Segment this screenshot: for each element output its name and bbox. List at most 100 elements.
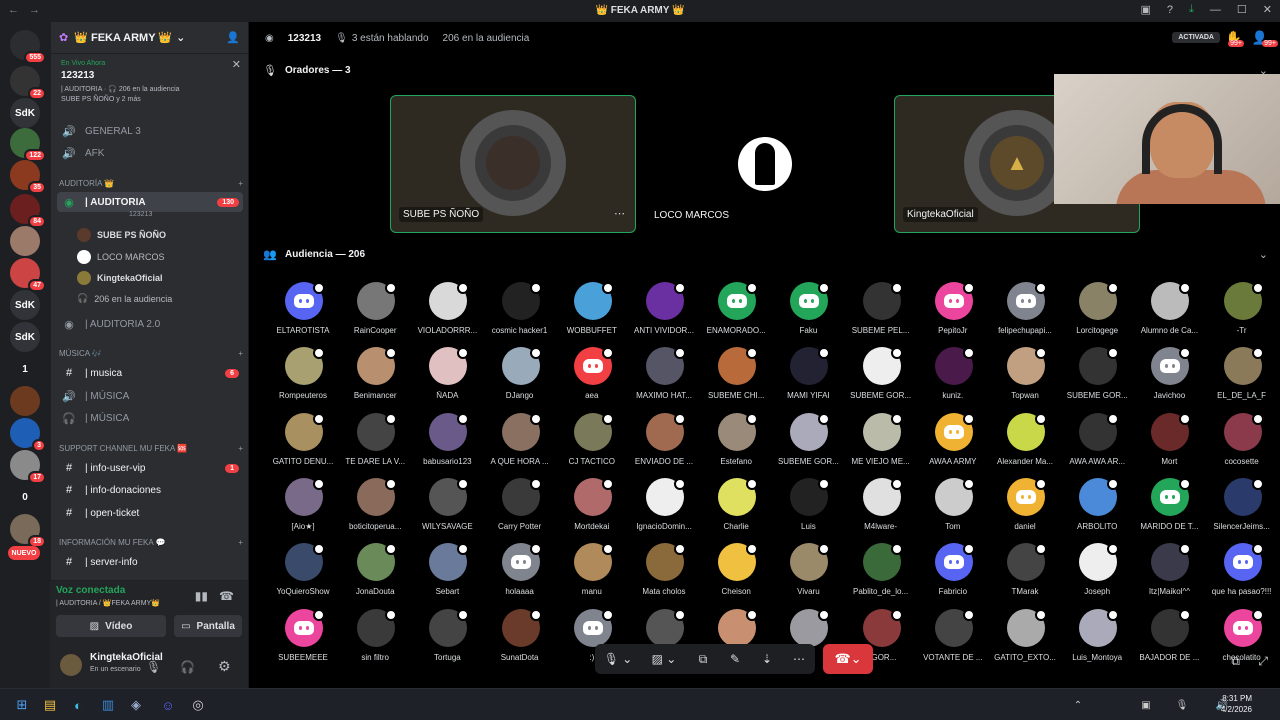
audience-member[interactable]: Faku — [772, 282, 844, 346]
channel-server-info[interactable]: # | server-info — [57, 552, 243, 572]
webcam-overlay[interactable] — [1054, 74, 1280, 204]
server-icon[interactable] — [10, 226, 40, 256]
audience-member[interactable]: AWAA ARMY — [917, 412, 989, 477]
add-channel-icon[interactable]: + — [238, 349, 243, 358]
audience-member[interactable]: GATITO_EXTO... — [989, 608, 1061, 673]
close-icon[interactable]: ✕ — [232, 58, 241, 71]
category-auditoria[interactable]: AUDITORÍA 👑 + — [59, 179, 243, 188]
file-explorer-icon[interactable]: ▤ — [40, 695, 60, 715]
audience-member[interactable]: aea — [556, 347, 628, 411]
audience-member[interactable]: AWA AWA AR... — [1061, 412, 1133, 477]
screen-share-button[interactable]: ⧉ — [687, 644, 719, 674]
audience-member[interactable]: SUBEME GOR... — [845, 347, 917, 411]
server-icon[interactable]: 122 — [10, 128, 46, 162]
discord-icon[interactable]: ☺ — [158, 695, 178, 715]
audience-member[interactable]: SunatDota — [484, 608, 556, 673]
add-channel-icon[interactable]: + — [238, 179, 243, 188]
audience-member[interactable]: Joseph — [1061, 543, 1133, 607]
server-icon[interactable]: 35 — [10, 160, 46, 194]
audience-member[interactable]: MAMI YIFAI — [772, 347, 844, 411]
audience-member[interactable]: SUBEME GOR... — [1061, 347, 1133, 411]
audience-member[interactable]: Javichoo — [1133, 347, 1205, 411]
channel-general[interactable]: 🔊 GENERAL 3 — [57, 121, 243, 141]
minimize-icon[interactable]: — — [1210, 4, 1221, 16]
channel-afk[interactable]: 🔊 AFK — [57, 143, 243, 163]
avatar[interactable] — [60, 654, 82, 676]
audience-member[interactable]: IgnacioDomin... — [628, 477, 700, 542]
audience-member[interactable]: Lorcitogege — [1061, 282, 1133, 346]
settings-icon[interactable]: ⚙ — [218, 658, 231, 675]
audience-member[interactable]: Itz|Maikol^^ — [1133, 543, 1205, 607]
audience-member[interactable]: boticitoperua... — [339, 477, 411, 542]
server-icon[interactable]: 1 — [10, 354, 40, 384]
server-icon[interactable]: 555 — [10, 30, 46, 64]
audience-member[interactable]: Estefano — [700, 412, 772, 477]
audience-member[interactable]: GATITO DENU... — [267, 412, 339, 477]
steam-icon[interactable]: ◈ — [126, 695, 146, 715]
tray-expand-icon[interactable]: ⌃ — [1068, 695, 1088, 715]
network-icon[interactable]: ▣ — [1136, 695, 1156, 715]
audience-member[interactable]: Tom — [917, 477, 989, 542]
audience-member[interactable]: SUBEEMEEE — [267, 608, 339, 673]
activity-button[interactable]: ✎ — [719, 644, 751, 674]
inbox-icon[interactable]: ▣ — [1141, 3, 1151, 16]
add-member-icon[interactable]: 👤 — [226, 31, 240, 44]
audience-member[interactable]: ARBOLITO — [1061, 477, 1133, 542]
audience-member[interactable]: RainCooper — [339, 282, 411, 346]
audience-member[interactable]: kuniz. — [917, 347, 989, 411]
channel-info-user-vip[interactable]: # | info-user-vip 1 — [57, 458, 243, 478]
clock[interactable]: 8:31 PM 4/2/2026 — [1221, 693, 1252, 715]
audience-member[interactable]: ENVIADO DE ... — [628, 412, 700, 477]
audience-member[interactable]: Mort — [1133, 412, 1205, 477]
server-icon[interactable] — [10, 386, 40, 416]
audience-member[interactable]: Luis_Montoya — [1061, 608, 1133, 673]
speaker-row[interactable]: KingtekaOficial — [77, 271, 163, 285]
audience-member[interactable]: SilencerJeims... — [1206, 477, 1278, 542]
live-now-card[interactable]: En Vivo Ahora 123213 | AUDITORIA · 🎧 206… — [57, 56, 245, 118]
download-icon[interactable]: ⤓ — [1189, 3, 1194, 16]
category-support[interactable]: SUPPORT CHANNEL MU FEKA 🆘 + — [59, 444, 243, 453]
mute-button[interactable]: 🎙 ⌄ — [595, 644, 641, 674]
edge-icon[interactable]: ◐ — [68, 695, 88, 715]
audience-member[interactable]: que ha pasao?!!! — [1206, 543, 1278, 607]
category-informacion[interactable]: INFORMACIÓN MU FEKA 💬 + — [59, 538, 243, 547]
server-icon[interactable]: 84 — [10, 194, 46, 228]
channel-musica[interactable]: # | musica 6 — [57, 363, 243, 383]
audience-member[interactable]: MARIDO DE T... — [1133, 477, 1205, 542]
audience-member[interactable]: MAXIMO HAT... — [628, 347, 700, 411]
speaker-row[interactable]: SUBE PS ÑOÑO — [77, 228, 166, 242]
voice-location[interactable]: | AUDITORIA / 👑FEKA ARMY👑 — [56, 599, 160, 607]
audience-member[interactable]: felipechupapi... — [989, 282, 1061, 346]
server-icon[interactable]: 47 — [10, 258, 46, 292]
server-icon[interactable]: SdK — [10, 322, 40, 352]
audience-member[interactable]: Fabricio — [917, 543, 989, 607]
channel-info-donaciones[interactable]: # | info-donaciones — [57, 480, 243, 500]
audience-member[interactable]: Rompeuteros — [267, 347, 339, 411]
audience-member[interactable]: SUBEME PEL... — [845, 282, 917, 346]
audience-member[interactable]: YoQuieroShow — [267, 543, 339, 607]
audience-member[interactable]: TE DARE LA V... — [339, 412, 411, 477]
audience-member[interactable]: Vivaru — [772, 543, 844, 607]
channel-musica-headphones[interactable]: 🎧 | MÚSICA — [57, 408, 243, 428]
move-to-audience-button[interactable]: ⇣ — [751, 644, 783, 674]
more-button[interactable]: ⋯ — [783, 644, 815, 674]
audience-member[interactable]: Charlie — [700, 477, 772, 542]
audience-member[interactable]: Cheison — [700, 543, 772, 607]
audience-member[interactable]: manu — [556, 543, 628, 607]
audience-member[interactable]: DJango — [484, 347, 556, 411]
channel-open-ticket[interactable]: # | open-ticket — [57, 503, 243, 523]
audience-member[interactable]: A QUE HORA ... — [484, 412, 556, 477]
audience-member[interactable]: ENAMORADO... — [700, 282, 772, 346]
server-icon[interactable]: 22 — [10, 66, 46, 100]
audience-member[interactable]: Topwan — [989, 347, 1061, 411]
server-icon[interactable]: 17 — [10, 450, 46, 484]
audience-member[interactable]: Benimancer — [339, 347, 411, 411]
channel-musica-voice[interactable]: 🔊 | MÚSICA — [57, 386, 243, 406]
signal-icon[interactable]: ▮▮ — [195, 589, 208, 603]
audience-member[interactable]: WOBBUFFET — [556, 282, 628, 346]
audience-row[interactable]: 🎧 206 en la audiencia — [77, 293, 172, 304]
audience-member[interactable]: ELTAROTISTA — [267, 282, 339, 346]
server-icon[interactable]: 3 — [10, 418, 46, 452]
speaker-tile[interactable]: SUBE PS ÑOÑO ⋯ — [390, 95, 636, 233]
audience-member[interactable]: BAJADOR DE ... — [1133, 608, 1205, 673]
